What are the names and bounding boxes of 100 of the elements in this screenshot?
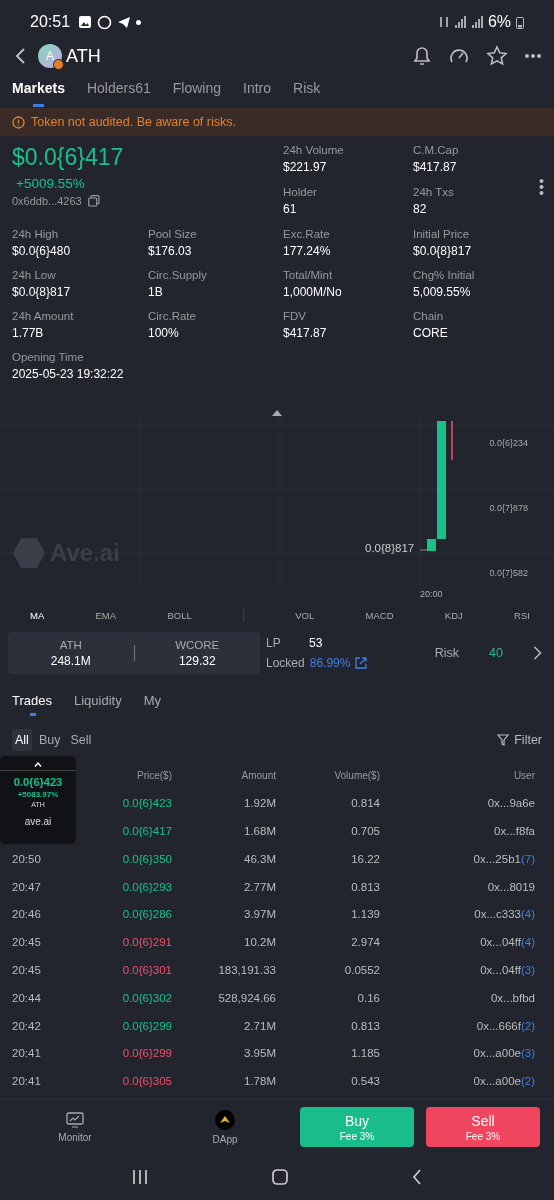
indicator-tab[interactable]: MACD	[365, 609, 394, 621]
stat-label: 24h Low	[12, 269, 56, 282]
tab[interactable]: Holders61	[86, 74, 151, 108]
more-icon[interactable]	[539, 178, 544, 197]
user-address[interactable]: 0x...bfbd	[490, 991, 535, 1004]
dapp-icon[interactable]	[215, 1109, 235, 1130]
table-cell: 20:46	[12, 908, 41, 921]
indicator-tab[interactable]: KDJ	[444, 609, 463, 621]
stat-value: $417.87	[283, 326, 327, 341]
user-address[interactable]: 0x...a00e	[473, 1047, 521, 1060]
tab[interactable]: Liquidity	[74, 693, 122, 717]
token-avatar: A	[38, 44, 62, 69]
column-header: Price($)	[136, 770, 172, 782]
star-icon[interactable]	[486, 45, 508, 68]
indicator-tab[interactable]: RSI	[514, 609, 530, 621]
back-icon[interactable]	[412, 1169, 422, 1185]
token-price: $0.0{6}417	[12, 144, 124, 172]
copy-icon[interactable]	[87, 195, 100, 208]
user-address[interactable]: 0x...04ff	[480, 963, 521, 976]
monitor-icon[interactable]	[66, 1111, 84, 1128]
caret-up-icon	[34, 762, 42, 768]
filter-chip[interactable]: Buy	[35, 729, 64, 752]
stat-label: C.M.Cap	[413, 144, 459, 157]
tab[interactable]: Trades	[12, 693, 52, 717]
table-cell: 183,191.33	[218, 963, 276, 976]
monitor-label[interactable]: Monitor	[58, 1131, 92, 1143]
paper-plane-icon	[117, 15, 132, 29]
stat-label: Circ.Supply	[148, 269, 207, 282]
user-address[interactable]: 0x...a00e	[473, 1075, 521, 1088]
table-cell: 1.92M	[244, 797, 276, 810]
back-icon[interactable]	[14, 47, 26, 66]
table-cell: 0.0552	[344, 963, 380, 976]
tab[interactable]: My	[143, 693, 162, 717]
filter-icon	[497, 734, 510, 747]
external-link-icon[interactable]	[355, 657, 368, 670]
tab[interactable]: Markets	[12, 74, 65, 108]
tab[interactable]: Risk	[293, 74, 321, 108]
chevron-right-icon[interactable]	[533, 646, 542, 661]
filter-chip[interactable]: All	[12, 729, 32, 752]
stat-value: $0.0{8}817	[12, 285, 71, 300]
recent-apps-icon[interactable]	[132, 1169, 148, 1185]
table-cell: 0.814	[351, 797, 380, 810]
trade-count: (4)	[520, 936, 535, 949]
pool-token-symbol: WCORE	[175, 638, 220, 651]
table-cell: 0.0{6}293	[122, 880, 172, 893]
user-address[interactable]: 0x...c333	[474, 908, 521, 921]
table-cell: 0.813	[351, 880, 380, 893]
table-cell: 0.543	[351, 1075, 380, 1088]
collapse-icon[interactable]	[272, 410, 282, 417]
sell-button[interactable]: Sell Fee 3%	[426, 1107, 540, 1147]
risk-score: 40	[489, 646, 503, 661]
home-icon[interactable]	[272, 1169, 288, 1185]
column-header: User	[512, 770, 535, 782]
table-cell: 20:42	[12, 1019, 41, 1032]
table-cell: 0.0{6}301	[122, 963, 172, 976]
tab[interactable]: Flowing	[172, 74, 221, 108]
stat-value: 61	[283, 202, 297, 217]
stat-label: Pool Size	[148, 228, 197, 241]
pool-token-amount: 248.1M	[50, 653, 91, 668]
trade-count: (4)	[520, 908, 535, 921]
indicator-tab[interactable]: EMA	[95, 609, 117, 621]
stat-value: 100%	[148, 326, 179, 341]
user-address[interactable]: 0x...25b1	[473, 852, 521, 865]
more-icon[interactable]	[524, 53, 542, 60]
table-cell: 20:41	[12, 1047, 41, 1060]
dapp-label[interactable]: DApp	[212, 1133, 238, 1145]
contract-address: 0x6ddb...4263	[12, 195, 82, 208]
tab[interactable]: Intro	[243, 74, 271, 108]
table-cell: 0.0{6}299	[122, 1047, 172, 1060]
user-address[interactable]: 0x...666f	[476, 1019, 521, 1032]
indicator-tab[interactable]: MA	[30, 609, 45, 621]
user-address[interactable]: 0x...04ff	[480, 936, 521, 949]
axis-label: 0.0{6}234	[489, 438, 528, 449]
table-cell: 1.185	[351, 1047, 380, 1060]
stat-label: Chain	[413, 310, 444, 323]
stat-value: 5,009.55%	[413, 285, 471, 300]
stat-label: Initial Price	[413, 228, 470, 241]
filter-chip[interactable]: Sell	[67, 729, 95, 752]
indicator-tab[interactable]: VOL	[295, 609, 315, 621]
column-header: Amount	[240, 770, 276, 782]
locked-link[interactable]: 86.99%	[309, 656, 351, 671]
price-change: +5009.55%	[16, 176, 85, 192]
stat-value: CORE	[413, 326, 448, 341]
bell-icon[interactable]	[412, 45, 432, 68]
user-address[interactable]: 0x...9a6e	[487, 797, 535, 810]
indicator-tab[interactable]: BOLL	[167, 609, 192, 621]
stat-label: Opening Time	[12, 351, 84, 364]
user-address[interactable]: 0x...8019	[487, 880, 535, 893]
table-cell: 0.0{6}291	[122, 936, 172, 949]
widget-change: +5083.97%	[17, 790, 59, 800]
table-cell: 1.78M	[244, 1075, 276, 1088]
filter-button[interactable]: Filter	[497, 733, 542, 748]
table-cell: 0.0{6}286	[122, 908, 172, 921]
axis-label: 0.0{7}878	[489, 503, 528, 514]
table-cell: 0.0{6}305	[122, 1075, 172, 1088]
user-address[interactable]: 0x...f8fa	[494, 824, 535, 837]
table-cell: 0.0{6}350	[122, 852, 172, 865]
table-cell: 1.68M	[244, 824, 276, 837]
status-time: 20:51	[30, 13, 71, 31]
table-cell: 0.0{6}417	[122, 824, 172, 837]
